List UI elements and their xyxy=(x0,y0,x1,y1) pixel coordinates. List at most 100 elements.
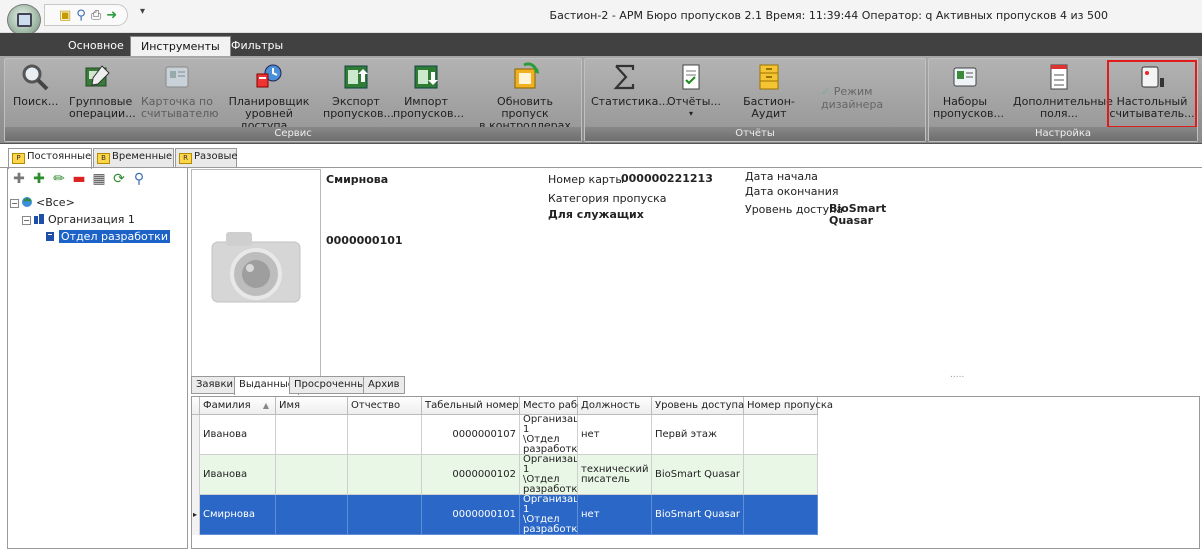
app-logo-icon xyxy=(17,13,32,27)
tree-toolbar: ✚ ✚ ✏ ▬ ▦ ⟳ ⚲ xyxy=(11,171,147,189)
column-header-workplace[interactable]: Место работы xyxy=(520,397,597,415)
cell-access-level: Первй этаж xyxy=(652,415,744,455)
person-photo[interactable] xyxy=(191,169,321,384)
refresh-icon[interactable]: ⟳ xyxy=(111,171,127,187)
tab-requests[interactable]: Заявки xyxy=(191,376,238,394)
desk-reader-button[interactable]: Настольный считыватель... xyxy=(1107,60,1197,128)
statistics-label: Статистика... xyxy=(591,95,669,108)
extra-fields-button[interactable]: Дополнительные поля... xyxy=(1013,62,1113,126)
delete-icon[interactable]: ▬ xyxy=(71,171,87,187)
group-edit-icon xyxy=(85,65,110,87)
add-icon[interactable]: ✚ xyxy=(11,171,27,187)
reports-label: Отчёты... xyxy=(667,95,721,108)
designer-mode-toggle[interactable]: ✓ Режим дизайнера xyxy=(821,85,925,111)
exit-icon[interactable]: ➜ xyxy=(106,9,117,22)
import-passes-label: Импорт пропусков... xyxy=(393,95,465,120)
row-indicator[interactable]: ▸ xyxy=(192,495,200,535)
update-pass-icon xyxy=(514,62,539,89)
card-by-reader-button[interactable]: Карточка по считывателю xyxy=(141,62,218,126)
reports-dropdown-icon[interactable]: ▾ xyxy=(667,108,715,120)
tab-temporary[interactable]: B Временные xyxy=(93,148,174,168)
export-passes-button[interactable]: Экспорт пропусков... xyxy=(323,62,394,126)
cell-name xyxy=(276,415,348,455)
cell-workplace: Организация 1 \Отдел разработки xyxy=(520,455,578,495)
access-scheduler-button[interactable]: Планировщик уровней доступа... xyxy=(219,62,319,132)
row-indicator[interactable] xyxy=(192,415,200,455)
desk-reader-icon xyxy=(1141,66,1164,88)
ribbon-tabs: Основное Инструменты Фильтры xyxy=(0,33,1202,56)
app-menu-button[interactable] xyxy=(7,4,41,36)
tab-tools[interactable]: Инструменты xyxy=(130,36,231,56)
column-header-pass-number[interactable]: Номер пропуска xyxy=(744,397,833,415)
collapse-icon[interactable]: − xyxy=(22,216,31,225)
group-label-settings: Настройка xyxy=(929,127,1197,141)
cell-name xyxy=(276,455,348,495)
column-header-surname[interactable]: Фамилия ▲ xyxy=(200,397,276,415)
tree-node-dept[interactable]: Отдел разработки xyxy=(44,229,170,244)
search-label: Поиск... xyxy=(13,95,59,108)
lock-icon[interactable]: ▣ xyxy=(59,9,71,22)
import-passes-button[interactable]: Импорт пропусков... xyxy=(393,62,464,126)
properties-icon[interactable]: ▦ xyxy=(91,171,107,187)
bastion-audit-label: Бастион-Аудит xyxy=(743,95,795,120)
extra-fields-icon xyxy=(1050,64,1068,90)
ribbon: Поиск... Групповые операции... Карточка … xyxy=(0,56,1202,144)
column-header-tab-number[interactable]: Табельный номер xyxy=(422,397,520,415)
bastion-audit-button[interactable]: Бастион-Аудит xyxy=(727,62,811,126)
tab-permanent[interactable]: P Постоянные xyxy=(8,148,92,169)
tab-permanent-label: Постоянные xyxy=(27,151,92,162)
pass-category-label: Категория пропуска xyxy=(548,192,667,205)
table-header: Фамилия ▲ Имя Отчество Табельный номер Ме… xyxy=(192,397,1201,415)
tab-archive[interactable]: Архив xyxy=(363,376,405,394)
card-reader-icon xyxy=(165,66,189,88)
collapse-icon[interactable]: − xyxy=(10,199,19,208)
table-row-selected[interactable]: ▸ Смирнова 0000000101 Организация 1 \Отд… xyxy=(192,495,818,535)
cell-patronymic xyxy=(348,495,422,535)
permanent-pass-icon: P xyxy=(12,153,25,164)
globe-icon xyxy=(22,197,32,207)
update-pass-button[interactable]: Обновить пропуск в контроллерах xyxy=(475,62,575,132)
table-row[interactable]: Иванова 0000000102 Организация 1 \Отдел … xyxy=(192,455,818,495)
qat-dropdown-icon[interactable]: ▾ xyxy=(140,6,145,17)
pass-sets-button[interactable]: Наборы пропусков... xyxy=(933,62,1004,126)
tab-one-time[interactable]: R Разовые xyxy=(175,148,238,168)
sigma-icon xyxy=(613,64,635,90)
title-bar: ▣ ⚲ ⎙ ➜ ▾ Бастион-2 - АРМ Бюро пропусков… xyxy=(0,0,1202,36)
add-child-icon[interactable]: ✚ xyxy=(31,171,47,187)
printer-icon[interactable]: ⎙ xyxy=(91,9,101,22)
search-button[interactable]: Поиск... xyxy=(13,62,59,126)
cell-tab-number: 0000000107 xyxy=(422,415,520,455)
access-level-value: BioSmart Quasar xyxy=(829,202,887,227)
card-number-label: Номер карты xyxy=(548,173,625,186)
start-date-label: Дата начала xyxy=(745,170,818,183)
reports-button[interactable]: Отчёты... ▾ xyxy=(667,62,721,126)
ribbon-group-settings: Наборы пропусков... Дополнительные поля.… xyxy=(928,58,1198,142)
tree-node-all[interactable]: − <Все> xyxy=(10,195,75,210)
column-header-access-level[interactable]: Уровень доступа xyxy=(652,397,744,415)
cell-workplace: Организация 1 \Отдел разработки xyxy=(520,495,578,535)
panel-splitter[interactable]: ..... xyxy=(950,370,964,380)
column-header-patronymic[interactable]: Отчество xyxy=(348,397,422,415)
tree-node-org[interactable]: − Организация 1 xyxy=(22,212,135,227)
group-operations-button[interactable]: Групповые операции... xyxy=(69,62,136,126)
person-surname: Смирнова xyxy=(326,173,389,186)
table-row[interactable]: Иванова 0000000107 Организация 1 \Отдел … xyxy=(192,415,818,455)
audit-icon xyxy=(759,64,779,90)
cell-position: нет xyxy=(578,495,652,535)
export-passes-label: Экспорт пропусков... xyxy=(323,95,395,120)
designer-mode-label: Режим дизайнера xyxy=(821,85,884,111)
tab-main[interactable]: Основное xyxy=(58,36,134,56)
export-icon xyxy=(344,65,368,89)
search-icon[interactable]: ⚲ xyxy=(76,9,86,22)
column-header-name[interactable]: Имя xyxy=(276,397,348,415)
edit-icon[interactable]: ✏ xyxy=(51,171,67,187)
find-icon[interactable]: ⚲ xyxy=(131,171,147,187)
tree-node-org-label: Организация 1 xyxy=(48,213,135,226)
cell-access-level: BioSmart Quasar xyxy=(652,495,744,535)
column-header-position[interactable]: Должность xyxy=(578,397,652,415)
statistics-button[interactable]: Статистика... xyxy=(591,62,669,126)
cell-access-level: BioSmart Quasar xyxy=(652,455,744,495)
row-indicator[interactable] xyxy=(192,455,200,495)
main-content: ✚ ✚ ✏ ▬ ▦ ⟳ ⚲ − <Все> − Организация 1 Отде… xyxy=(0,167,1202,549)
tab-filters[interactable]: Фильтры xyxy=(221,36,293,56)
